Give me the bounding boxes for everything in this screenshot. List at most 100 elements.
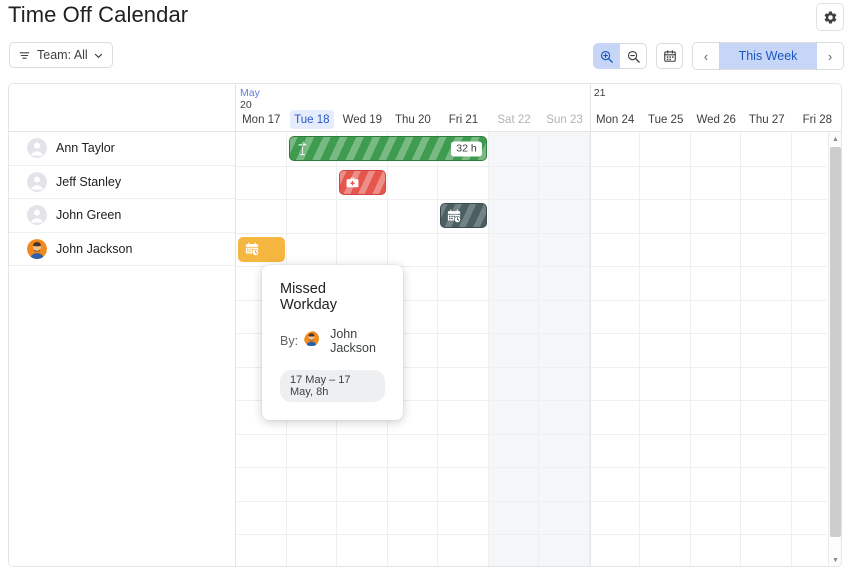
default-avatar-icon [27, 171, 47, 192]
tooltip-date-range: 17 May – 17 May, 8h [280, 370, 385, 402]
event-bar[interactable] [238, 236, 285, 262]
zoom-out-button[interactable] [620, 43, 647, 69]
calendar-clock-icon [448, 208, 462, 223]
week-nav-group: ‹ This Week › [692, 42, 844, 70]
employee-row[interactable]: Jeff Stanley [9, 166, 235, 199]
week-month: May [240, 87, 260, 99]
team-filter-button[interactable]: Team: All [9, 42, 113, 68]
event-bar[interactable] [440, 203, 487, 228]
day-column[interactable] [640, 132, 691, 566]
palm-tree-icon [297, 141, 307, 156]
event-icon [244, 241, 260, 257]
settings-button[interactable] [816, 3, 844, 31]
event-icon [345, 175, 360, 190]
chevron-down-icon [94, 53, 102, 58]
default-avatar-icon [27, 138, 47, 159]
this-week-button[interactable]: This Week [719, 43, 817, 69]
employee-name: John Jackson [56, 241, 133, 256]
view-controls: ‹ This Week › [593, 42, 844, 70]
team-filter-label: Team: All [37, 48, 88, 62]
zoom-in-icon [600, 50, 613, 63]
day-column[interactable] [742, 132, 793, 566]
row-divider [236, 433, 827, 435]
default-avatar-icon [27, 205, 47, 226]
avatar [27, 138, 47, 159]
first-aid-icon [346, 177, 359, 187]
tooltip-person-name: John Jackson [330, 327, 376, 355]
gear-icon [824, 10, 836, 24]
calendar-header: May 20 21 Mon 17 Tue 18 Wed 19 Thu 20 Fri 21 Sat… [9, 84, 841, 132]
row-divider [236, 165, 827, 167]
photo-avatar [27, 238, 47, 259]
tooltip-author: By: John Jackson [280, 327, 385, 355]
avatar [27, 205, 47, 226]
avatar [27, 238, 47, 259]
week-separator [589, 132, 591, 566]
day-column[interactable] [590, 132, 641, 566]
day-header-fri-28[interactable]: Fri 28 [795, 110, 840, 129]
calendar-clock-icon [245, 242, 259, 256]
time-off-calendar-page: Time Off Calendar Team: All ‹ This Week … [0, 0, 850, 573]
day-header-wed-19[interactable]: Wed 19 [340, 110, 385, 129]
day-header-thu-27[interactable]: Thu 27 [745, 110, 790, 129]
day-column[interactable] [539, 132, 590, 566]
day-header-mon-24[interactable]: Mon 24 [593, 110, 638, 129]
week-number: 20 [240, 98, 252, 111]
calendar-picker-button[interactable] [656, 43, 683, 69]
event-icon [446, 208, 462, 224]
row-divider [236, 467, 827, 468]
day-header-thu-20[interactable]: Thu 20 [391, 110, 436, 129]
tooltip-title: Missed Workday [280, 281, 337, 313]
filter-icon [19, 51, 30, 59]
day-header-wed-26[interactable]: Wed 26 [694, 110, 739, 129]
employee-row[interactable]: John Jackson [9, 233, 235, 266]
day-header-tue-25[interactable]: Tue 25 [643, 110, 688, 129]
employee-name-column: Ann Taylor Jeff Stanley John Green John Jac… [9, 132, 236, 566]
day-column[interactable] [488, 132, 540, 566]
photo-avatar [304, 331, 320, 347]
employee-name: John Green [56, 208, 122, 223]
calendar-body: 32 h Ann Taylor Jeff Stanley John Green Joh… [9, 132, 841, 566]
day-header-fri-21[interactable]: Fri 21 [441, 110, 486, 129]
week-label: May 20 [240, 87, 260, 111]
employee-name: Ann Taylor [56, 141, 115, 156]
calendar-icon [663, 50, 676, 62]
calendar-panel: May 20 21 Mon 17 Tue 18 Wed 19 Thu 20 Fri 21 Sat… [8, 83, 842, 567]
next-week-button[interactable]: › [817, 43, 843, 69]
zoom-button-group [593, 43, 647, 69]
scroll-up-button[interactable]: ▲ [829, 132, 841, 146]
day-header-sat-22[interactable]: Sat 22 [492, 110, 537, 129]
avatar [304, 331, 324, 351]
employee-row[interactable]: John Green [9, 199, 235, 233]
event-icon [295, 141, 310, 156]
day-header-sun-23[interactable]: Sun 23 [542, 110, 587, 129]
employee-row[interactable]: Ann Taylor [9, 132, 235, 166]
page-title: Time Off Calendar [8, 2, 189, 27]
row-divider [236, 500, 827, 502]
name-column-header [9, 84, 236, 131]
prev-week-button[interactable]: ‹ [693, 43, 719, 69]
week-label: 21 [593, 87, 606, 100]
week-number: 21 [593, 87, 606, 99]
row-divider [236, 534, 827, 535]
event-hours: 32 h [451, 141, 482, 156]
employee-name: Jeff Stanley [56, 174, 122, 189]
zoom-in-button[interactable] [593, 43, 620, 69]
toolbar: Team: All ‹ This Week › [0, 42, 850, 70]
scroll-down-button[interactable]: ▼ [829, 553, 841, 566]
vertical-scrollbar[interactable]: ▲ ▼ [828, 132, 841, 566]
day-header-mon-17[interactable]: Mon 17 [239, 110, 284, 129]
event-bar[interactable] [339, 169, 386, 195]
day-headers: May 20 21 Mon 17 Tue 18 Wed 19 Thu 20 Fri 21 Sat… [236, 84, 841, 131]
day-header-tue-18[interactable]: Tue 18 [289, 110, 335, 129]
day-column[interactable] [691, 132, 742, 566]
day-column[interactable] [438, 132, 489, 566]
tooltip-by-label: By: [280, 334, 299, 348]
event-bar[interactable]: 32 h [288, 136, 487, 161]
row-divider [236, 199, 827, 200]
week-separator [589, 84, 591, 131]
zoom-out-icon [627, 50, 640, 63]
scrollbar-thumb[interactable] [830, 147, 841, 537]
avatar [27, 171, 47, 192]
event-tooltip: Missed Workday By: John Jackson 17 May –… [262, 265, 403, 420]
